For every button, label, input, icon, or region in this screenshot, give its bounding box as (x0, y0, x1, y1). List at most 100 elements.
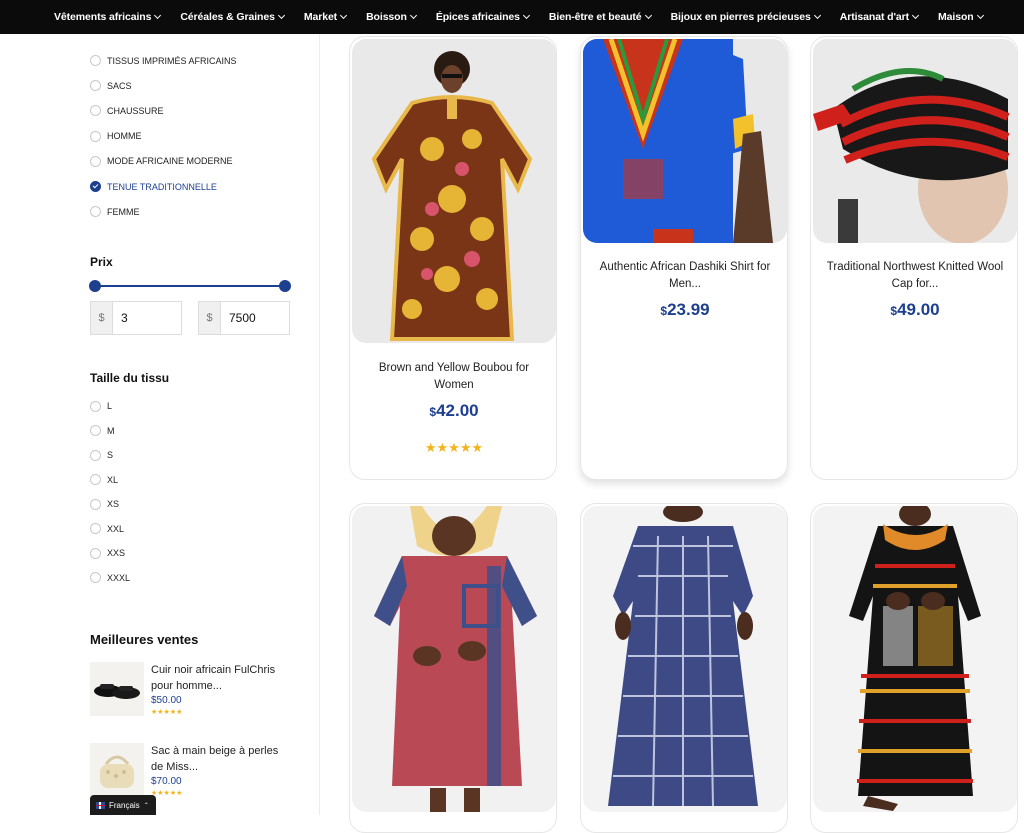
size-filter-item[interactable]: XXL (90, 517, 130, 542)
currency-symbol: $ (199, 302, 221, 334)
size-label: XXXL (107, 572, 131, 583)
category-label: SACS (107, 80, 132, 91)
product-card[interactable]: Brown and Yellow Boubou for Women $42.00… (349, 36, 557, 480)
chevron-up-icon: ⌃ (143, 802, 149, 809)
nav-item-bijoux[interactable]: Bijoux en pierres précieuses (671, 11, 821, 23)
size-filter-item[interactable]: L (90, 394, 130, 419)
product-price: $23.99 (660, 300, 710, 319)
category-filter-item[interactable]: MODE AFRICAINE MODERNE (90, 149, 237, 174)
price-min-value[interactable]: 3 (113, 302, 181, 334)
category-filter-item[interactable]: CHAUSSURE (90, 98, 237, 123)
radio-button[interactable] (90, 523, 101, 535)
chevron-down-icon (154, 11, 162, 20)
radio-button[interactable] (90, 55, 101, 67)
radio-button[interactable] (90, 498, 101, 510)
price-max-field[interactable]: $ 7500 (198, 301, 290, 335)
chevron-down-icon (409, 11, 417, 20)
price-min-handle[interactable] (89, 280, 101, 292)
radio-button[interactable] (90, 80, 101, 92)
nav-item-label: Boisson (366, 11, 407, 23)
size-filter-item[interactable]: XL (90, 468, 130, 493)
category-filter-item[interactable]: TISSUS IMPRIMÉS AFRICAINS (90, 48, 237, 73)
size-label: XXL (107, 523, 125, 534)
radio-button[interactable] (90, 206, 101, 218)
nav-item-label: Market (303, 11, 338, 23)
radio-button[interactable] (90, 425, 101, 437)
nav-item-cereales-graines[interactable]: Céréales & Graines (180, 11, 285, 23)
product-card[interactable] (580, 503, 788, 833)
best-seller-price: $50.00 (151, 695, 182, 706)
size-label: XXS (107, 548, 126, 559)
chevron-down-icon (522, 11, 530, 20)
product-card[interactable] (349, 503, 557, 833)
nav-item-label: Épices africaines (435, 11, 520, 23)
product-image[interactable] (813, 506, 1017, 812)
nav-item-epices-africaines[interactable]: Épices africaines (435, 11, 530, 23)
best-seller-name[interactable]: Sac à main beige à perles de Miss... (151, 743, 291, 775)
price-max-value[interactable]: 7500 (221, 302, 289, 334)
traditional-toghu-dress-image (849, 506, 981, 811)
product-image[interactable] (352, 39, 556, 343)
product-image[interactable] (583, 39, 787, 243)
product-image[interactable] (813, 39, 1017, 243)
nav-item-bien-etre-beaute[interactable]: Bien-être et beauté (549, 11, 652, 23)
nav-item-label: Maison (938, 11, 974, 23)
size-filter-item[interactable]: XXXL (90, 566, 130, 591)
radio-button[interactable] (90, 474, 101, 486)
radio-button[interactable] (90, 449, 101, 461)
product-price: $49.00 (890, 300, 940, 319)
product-image[interactable] (583, 506, 787, 812)
radio-button[interactable] (90, 572, 101, 584)
best-seller-item[interactable]: Cuir noir africain FulChris pour homme..… (90, 662, 291, 716)
size-filter-item[interactable]: M (90, 419, 130, 444)
best-seller-price: $70.00 (151, 776, 182, 787)
radio-button[interactable] (90, 400, 101, 412)
product-card[interactable] (810, 503, 1018, 833)
product-image[interactable] (352, 506, 556, 812)
category-filter-item[interactable]: HOMME (90, 124, 237, 149)
size-filter-item[interactable]: S (90, 443, 130, 468)
category-filter-item[interactable]: FEMME (90, 199, 237, 224)
filter-sidebar: TISSUS IMPRIMÉS AFRICAINS SACS CHAUSSURE… (0, 34, 320, 815)
product-thumbnail[interactable] (90, 662, 144, 716)
nav-item-label: Vêtements africains (54, 11, 152, 23)
size-filter-item[interactable]: XS (90, 492, 130, 517)
price-range-slider[interactable] (89, 280, 291, 292)
radio-button[interactable] (90, 105, 101, 117)
red-dress-image (374, 506, 537, 812)
product-title[interactable]: Traditional Northwest Knitted Wool Cap f… (821, 259, 1009, 293)
category-filter-item[interactable]: SACS (90, 73, 237, 98)
radio-button[interactable] (90, 155, 101, 167)
nav-item-market[interactable]: Market (303, 11, 348, 23)
category-label: TENUE TRADITIONNELLE (107, 181, 217, 192)
product-title[interactable]: Authentic African Dashiki Shirt for Men.… (591, 259, 779, 293)
price-min-field[interactable]: $ 3 (90, 301, 182, 335)
sandal-image (94, 684, 140, 699)
category-filter-item-selected[interactable]: TENUE TRADITIONNELLE (90, 174, 237, 199)
category-label: HOMME (107, 131, 142, 142)
best-seller-item[interactable]: Sac à main beige à perles de Miss... $70… (90, 743, 291, 799)
price-max-handle[interactable] (279, 280, 291, 292)
chevron-down-icon (340, 11, 348, 20)
product-card[interactable]: Authentic African Dashiki Shirt for Men.… (580, 36, 788, 480)
chevron-down-icon (976, 11, 984, 20)
product-title[interactable]: Brown and Yellow Boubou for Women (360, 360, 548, 394)
beaded-handbag-image (100, 755, 134, 788)
radio-button[interactable] (90, 547, 101, 559)
category-filter-list: TISSUS IMPRIMÉS AFRICAINS SACS CHAUSSURE… (90, 48, 237, 224)
star-rating-icon: ★★★★★ (151, 790, 183, 797)
language-switcher[interactable]: Français ⌃ (90, 795, 156, 815)
chevron-down-icon (813, 11, 821, 20)
best-seller-name[interactable]: Cuir noir africain FulChris pour homme..… (151, 662, 291, 694)
star-rating-icon: ★★★★★ (424, 440, 484, 455)
nav-item-vetements-africains[interactable]: Vêtements africains (54, 11, 162, 23)
category-label: MODE AFRICAINE MODERNE (107, 156, 233, 167)
product-thumbnail[interactable] (90, 743, 144, 799)
product-card[interactable]: Traditional Northwest Knitted Wool Cap f… (810, 36, 1018, 480)
nav-item-maison[interactable]: Maison (938, 11, 984, 23)
radio-button[interactable] (90, 130, 101, 142)
checked-radio-icon[interactable] (90, 181, 101, 193)
nav-item-artisanat[interactable]: Artisanat d'art (840, 11, 920, 23)
nav-item-boisson[interactable]: Boisson (366, 11, 417, 23)
size-filter-item[interactable]: XXS (90, 541, 130, 566)
